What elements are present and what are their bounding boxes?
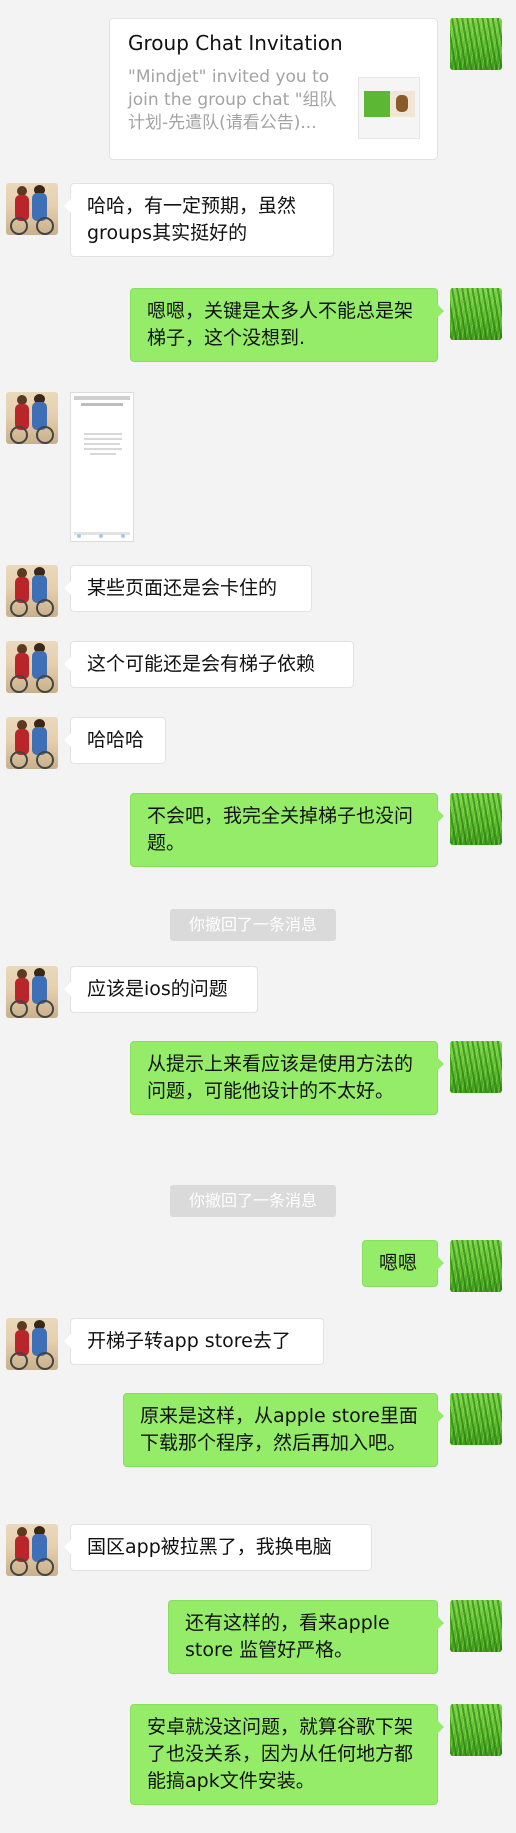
shared-screenshot-image[interactable] xyxy=(70,392,134,542)
my-avatar[interactable] xyxy=(450,793,502,845)
contact-avatar[interactable] xyxy=(6,641,58,693)
recalled-message-notice: 你撤回了一条消息 xyxy=(170,1185,336,1217)
message-bubble-received[interactable]: 开梯子转app store去了 xyxy=(64,1318,324,1365)
group-thumbnail xyxy=(358,77,420,139)
message-bubble-sent[interactable]: 嗯嗯 xyxy=(362,1240,444,1287)
contact-avatar[interactable] xyxy=(6,1524,58,1576)
invitation-description: "Mindjet" invited you to join the group … xyxy=(128,67,337,133)
group-invitation-card[interactable]: Group Chat Invitation "Mindjet" invited … xyxy=(109,18,438,160)
contact-avatar[interactable] xyxy=(6,392,58,444)
contact-avatar[interactable] xyxy=(6,183,58,235)
contact-avatar[interactable] xyxy=(6,966,58,1018)
message-bubble-received[interactable]: 这个可能还是会有梯子依赖 xyxy=(64,641,354,688)
message-bubble-received[interactable]: 哈哈，有一定预期，虽然groups其实挺好的 xyxy=(64,183,334,257)
my-avatar[interactable] xyxy=(450,1240,502,1292)
invitation-title: Group Chat Invitation xyxy=(128,31,343,55)
message-bubble-sent[interactable]: 嗯嗯，关键是太多人不能总是架梯子，这个没想到. xyxy=(130,288,444,362)
my-avatar[interactable] xyxy=(450,18,502,70)
contact-avatar[interactable] xyxy=(6,717,58,769)
recalled-message-notice: 你撤回了一条消息 xyxy=(170,909,336,941)
message-bubble-received[interactable]: 应该是ios的问题 xyxy=(64,966,258,1013)
message-bubble-sent[interactable]: 原来是这样，从apple store里面下载那个程序，然后再加入吧。 xyxy=(123,1393,444,1467)
my-avatar[interactable] xyxy=(450,1600,502,1652)
my-avatar[interactable] xyxy=(450,1393,502,1445)
message-bubble-sent[interactable]: 还有这样的，看来apple store 监管好严格。 xyxy=(168,1600,444,1674)
contact-avatar[interactable] xyxy=(6,1318,58,1370)
message-bubble-received[interactable]: 国区app被拉黑了，我换电脑 xyxy=(64,1524,372,1571)
contact-avatar[interactable] xyxy=(6,565,58,617)
my-avatar[interactable] xyxy=(450,288,502,340)
my-avatar[interactable] xyxy=(450,1704,502,1756)
message-bubble-received[interactable]: 某些页面还是会卡住的 xyxy=(64,565,312,612)
message-bubble-sent[interactable]: 不会吧，我完全关掉梯子也没问题。 xyxy=(130,793,444,867)
message-bubble-received[interactable]: 哈哈哈 xyxy=(64,717,166,764)
message-bubble-sent[interactable]: 安卓就没这问题，就算谷歌下架了也没关系，因为从任何地方都能搞apk文件安装。 xyxy=(130,1704,444,1805)
message-bubble-sent[interactable]: 从提示上来看应该是使用方法的问题，可能他设计的不太好。 xyxy=(130,1041,444,1115)
my-avatar[interactable] xyxy=(450,1041,502,1093)
